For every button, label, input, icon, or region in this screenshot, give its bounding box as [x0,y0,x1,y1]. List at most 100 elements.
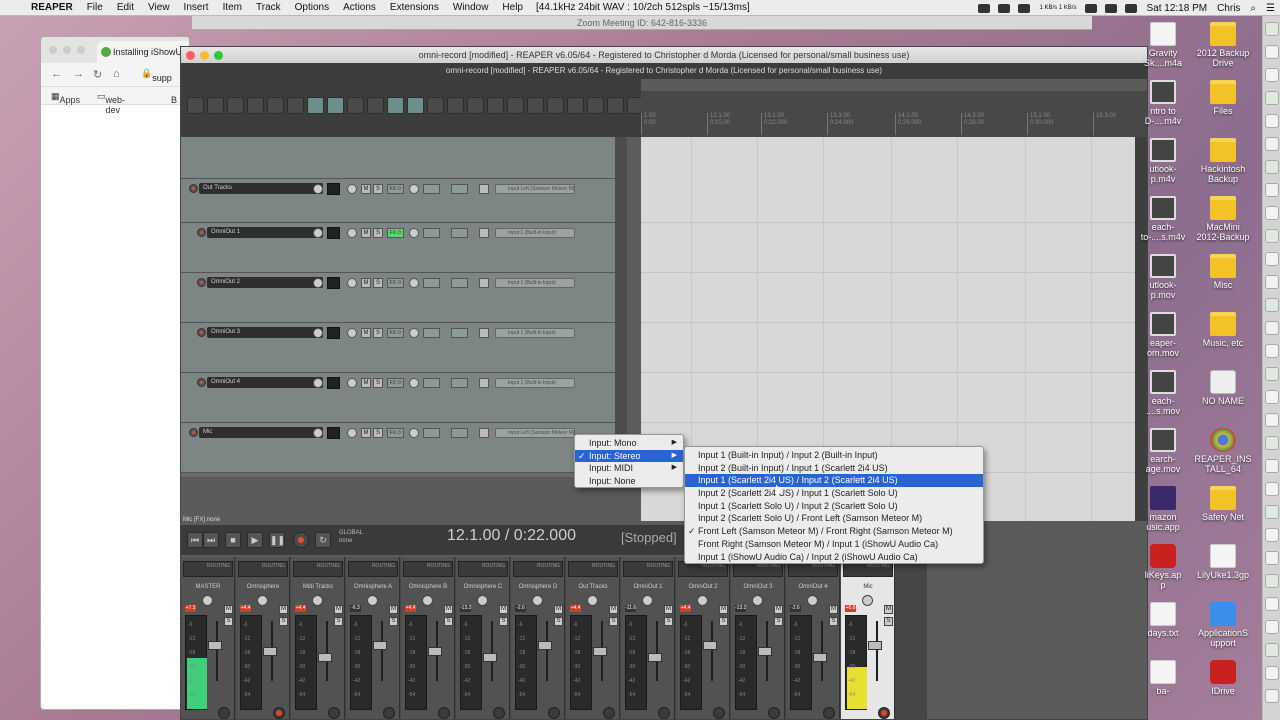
desktop-icon[interactable]: days.txt [1140,602,1186,638]
solo-button[interactable]: S [499,617,508,626]
new-project-button[interactable] [227,97,244,114]
strip-fx-routing[interactable]: ROUTING [183,561,233,577]
pan-knob[interactable] [312,595,323,606]
solo-button[interactable]: S [444,617,453,626]
mixer-strip[interactable]: ROUTING MASTER +7.3 -6 -12 -18 -30 -42 -54 M S [181,557,235,719]
control-center-icon[interactable]: ☰ [1261,3,1280,14]
desktop-icon[interactable]: ba- [1140,660,1186,696]
env-button[interactable] [423,184,440,194]
dock-app-icon[interactable] [1265,275,1279,289]
monitor-button[interactable] [479,184,489,194]
track-name[interactable]: OmniOut 4 [207,377,323,388]
fader-cap[interactable] [703,641,717,650]
fx-button[interactable]: FX ⏻ [387,184,404,194]
display-icon[interactable] [998,3,1011,13]
env-button[interactable] [423,428,440,438]
dock-app-icon[interactable] [1265,206,1279,220]
menu-extensions[interactable]: Extensions [383,0,446,16]
fader-cap[interactable] [483,653,497,662]
volume-knob[interactable] [313,228,323,238]
record-arm-button[interactable] [218,707,230,719]
mute-button[interactable]: M [389,605,398,614]
dock-app-icon[interactable] [1265,505,1279,519]
fader-cap[interactable] [758,647,772,656]
dock-app-icon[interactable] [1265,643,1279,657]
track-name[interactable]: Mic [199,427,323,438]
dock-app-icon[interactable] [1265,298,1279,312]
mute-button[interactable]: M [554,605,563,614]
desktop-icon[interactable]: eaper- om.mov [1140,312,1186,358]
io-button[interactable] [451,278,468,288]
dock-app-icon[interactable] [1265,459,1279,473]
dock-app-icon[interactable] [1265,183,1279,197]
solo-button[interactable]: S [389,617,398,626]
dock-app-icon[interactable] [1265,229,1279,243]
menu-edit[interactable]: Edit [110,0,141,16]
track-name[interactable]: OmniOut 1 [207,227,323,238]
dock-app-icon[interactable] [1265,482,1279,496]
fader-cap[interactable] [263,647,277,656]
menu-item-input[interactable]: Input: None [575,475,683,488]
forward-icon[interactable]: → [73,68,84,80]
solo-button[interactable]: S [373,328,383,338]
menu-options[interactable]: Options [288,0,336,16]
mute-button[interactable]: M [884,605,893,614]
bookmark-web-dev[interactable]: ▭ web-dev [97,91,125,115]
strip-fx-routing[interactable]: ROUTING [238,561,288,577]
solo-button[interactable]: S [884,617,893,626]
phase-knob[interactable] [409,378,419,388]
submenu-item-input-pair[interactable]: Input 1 (iShowU Audio Ca) / Input 2 (iSh… [685,551,983,564]
fader-cap[interactable] [428,647,442,656]
dock-app-icon[interactable] [1265,344,1279,358]
submenu-item-input-pair[interactable]: Front Right (Samson Meteor M) / Input 1 … [685,538,983,551]
menubar-user[interactable]: Chris [1212,3,1245,14]
phase-knob[interactable] [409,428,419,438]
submenu-item-input-pair[interactable]: Input 2 (Scarlett Solo U) / Front Left (… [685,512,983,525]
volume-knob[interactable] [313,278,323,288]
solo-button[interactable]: S [664,617,673,626]
dock-app-icon[interactable] [1265,160,1279,174]
input-selector[interactable]: Input Left (Samson Meteor M) [495,428,575,438]
loop-button[interactable]: ↻ [315,532,331,548]
maximize-icon[interactable] [214,51,223,60]
solo-button[interactable]: S [719,617,728,626]
mute-button[interactable]: M [774,605,783,614]
dock-app-icon[interactable] [1265,413,1279,427]
pan-knob[interactable] [347,278,357,288]
mute-button[interactable]: M [444,605,453,614]
dock-app-icon[interactable] [1265,137,1279,151]
dock-app-icon[interactable] [1265,114,1279,128]
ripple-button[interactable] [287,97,304,114]
record-button[interactable]: ● [293,532,309,548]
desktop-icon[interactable]: MacMini 2012-Backup [1190,196,1256,242]
fader-cap[interactable] [648,653,662,662]
volume-knob[interactable] [313,184,323,194]
dock-app-icon[interactable] [1265,666,1279,680]
desktop-icon[interactable]: ApplicationS upport [1190,602,1256,648]
record-arm-button[interactable] [189,428,198,437]
menu-window[interactable]: Window [446,0,496,16]
io-button[interactable] [451,378,468,388]
desktop-icon[interactable]: utlook- p.mov [1140,254,1186,300]
record-status-icon[interactable] [978,3,991,13]
metronome-button[interactable] [427,97,444,114]
phase-knob[interactable] [409,228,419,238]
fx-button[interactable]: FX ⏻ [387,278,404,288]
pan-knob[interactable] [367,595,378,606]
grid-button[interactable] [307,97,324,114]
mute-button[interactable]: M [361,228,371,238]
mute-button[interactable]: M [361,328,371,338]
desktop-icon[interactable]: each- to-....s.m4v [1140,196,1186,242]
desktop-icon[interactable]: earch- age.mov [1140,428,1186,474]
dock-app-icon[interactable] [1265,22,1279,36]
mixer-strip[interactable]: ROUTING OmniOut 3 -13.2 -6 -12 -18 -30 -42 -54 M S [731,557,785,719]
go-to-end-button[interactable]: ⏭ [203,532,219,548]
desktop-icon[interactable]: each- ....s.mov [1140,370,1186,416]
mixer-strip[interactable]: ROUTING Out Tracks +4.4 -6 -12 -18 -30 -42 -54 M S [566,557,620,719]
io-button[interactable] [451,428,468,438]
pan-knob[interactable] [587,595,598,606]
open-button[interactable] [247,97,264,114]
maximize-icon[interactable] [77,46,85,54]
strip-fx-routing[interactable]: ROUTING [513,561,563,577]
x-fade-button[interactable] [547,97,564,114]
